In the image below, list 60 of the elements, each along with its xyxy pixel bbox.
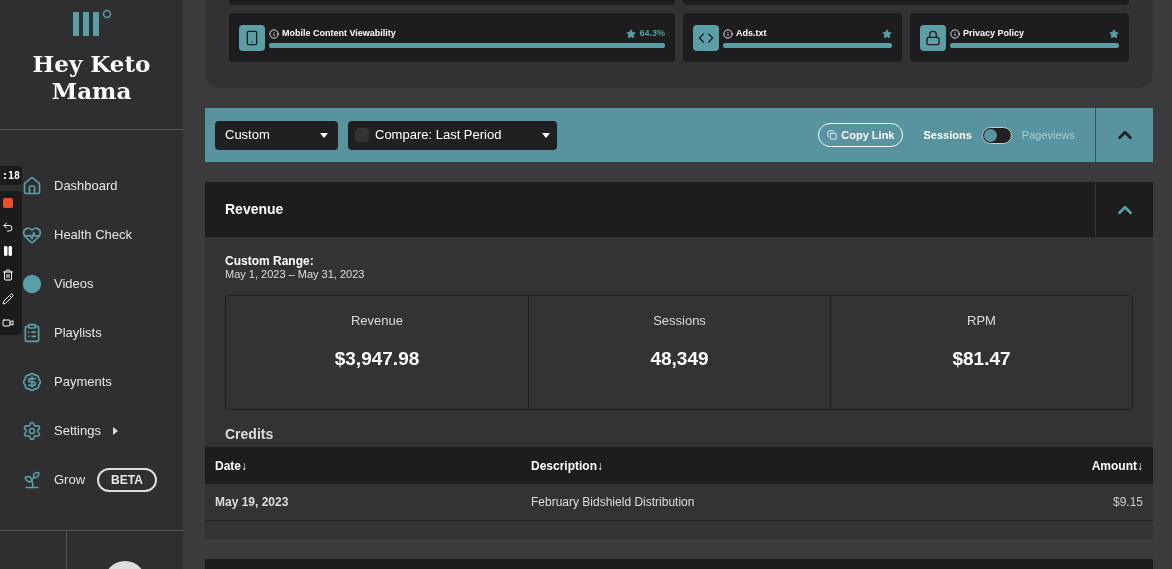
beta-badge: BETA xyxy=(97,468,157,492)
nav-item[interactable]: Playlists xyxy=(22,319,183,347)
column-header[interactable]: Description↓ xyxy=(531,457,1092,475)
phone-icon xyxy=(239,24,265,51)
caret-icon xyxy=(542,132,550,138)
section-title: Credits xyxy=(225,425,275,445)
house-icon xyxy=(22,176,42,196)
column-header[interactable]: Amount↓ xyxy=(1091,457,1143,475)
table-cell-text: $9.15 xyxy=(1112,494,1143,512)
caret-icon xyxy=(320,132,328,138)
nav-item[interactable]: Settings xyxy=(22,417,183,445)
pause-icon[interactable] xyxy=(2,245,14,257)
star-icon xyxy=(626,28,637,39)
info-icon xyxy=(723,28,733,39)
range-dropdown[interactable]: Custom xyxy=(215,120,338,150)
table-cell-text: February Bidshield Distribution xyxy=(531,494,696,512)
undo-icon[interactable] xyxy=(2,221,14,233)
heart-pulse-icon xyxy=(22,225,42,245)
trash-icon[interactable] xyxy=(2,269,14,281)
brand-name: Hey Keto Mama xyxy=(31,50,152,104)
check-label: Mobile Content Viewability xyxy=(282,26,397,40)
code-icon xyxy=(693,24,719,51)
timer-text: :18 xyxy=(0,166,22,185)
logo-icon xyxy=(70,8,113,38)
stat-value: $81.47 xyxy=(952,347,1011,371)
check-label: Ads.txt xyxy=(736,26,768,40)
nav-item[interactable]: Videos xyxy=(22,270,183,298)
settings-icon xyxy=(22,421,42,441)
stat-value: 48,349 xyxy=(650,347,709,371)
pencil-icon[interactable] xyxy=(2,293,14,305)
metric-switch[interactable] xyxy=(981,126,1012,144)
health-check-card[interactable]: Ads.txt xyxy=(683,13,902,62)
nav-item[interactable]: Payments xyxy=(22,368,183,396)
stat-value: $3,947.98 xyxy=(334,347,420,371)
star-icon xyxy=(882,28,892,39)
table-cell-text: May 19, 2023 xyxy=(215,494,290,512)
info-icon xyxy=(269,28,279,39)
stat-label: RPM xyxy=(967,312,996,331)
checklist-icon xyxy=(22,323,42,343)
lock-icon xyxy=(920,24,946,51)
leaf-icon xyxy=(22,470,42,490)
compare-dropdown[interactable]: Compare: Last Period xyxy=(348,120,557,150)
nav-item[interactable]: Grow BETA xyxy=(22,466,183,494)
star-icon xyxy=(1109,28,1119,39)
camera-icon[interactable] xyxy=(2,317,14,329)
check-label: Privacy Policy xyxy=(963,26,1026,40)
panel-title: Revenue xyxy=(225,200,285,220)
range-dates: May 1, 2023 – May 31, 2023 xyxy=(225,268,366,282)
nav-item[interactable]: Health Check xyxy=(22,221,183,249)
stop-icon[interactable] xyxy=(2,197,14,209)
nav-item[interactable]: Dashboard xyxy=(22,172,183,200)
stat-label: Revenue xyxy=(350,312,403,331)
score-text: 64.3% xyxy=(639,26,665,40)
info-icon xyxy=(950,28,960,39)
stat-label: Sessions xyxy=(653,312,706,331)
health-check-card[interactable]: Privacy Policy xyxy=(910,13,1129,62)
health-check-card[interactable]: Mobile Content Viewability 64.3% xyxy=(229,13,675,62)
column-header[interactable]: Date↓ xyxy=(215,457,531,475)
range-label: Custom Range: xyxy=(225,255,315,269)
copy-icon xyxy=(827,130,838,141)
